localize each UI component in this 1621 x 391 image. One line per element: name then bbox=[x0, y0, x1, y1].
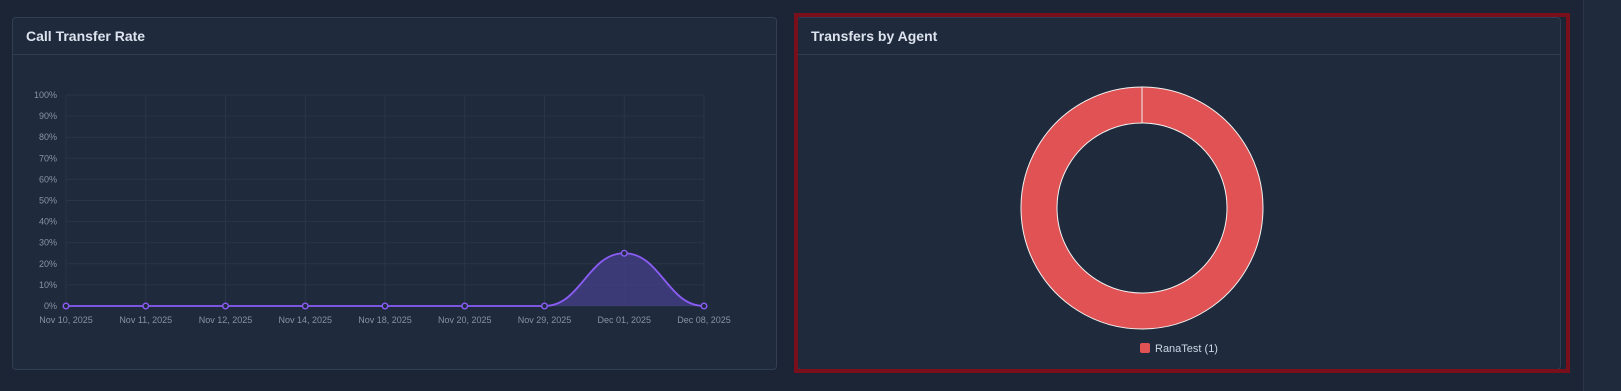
y-tick-label: 100% bbox=[34, 90, 57, 100]
y-tick-label: 0% bbox=[44, 301, 57, 311]
data-point bbox=[461, 302, 469, 310]
legend-swatch bbox=[1140, 343, 1150, 353]
x-tick-label: Nov 10, 2025 bbox=[39, 315, 93, 325]
y-tick-label: 30% bbox=[39, 238, 57, 248]
x-tick-label: Nov 18, 2025 bbox=[358, 315, 412, 325]
transfers-by-agent-card: Transfers by Agent RanaTest (1) bbox=[797, 17, 1561, 370]
legend-label: RanaTest (1) bbox=[1155, 343, 1218, 355]
y-tick-label: 70% bbox=[39, 153, 57, 163]
donut-slice bbox=[1020, 86, 1264, 330]
y-tick-label: 90% bbox=[39, 111, 57, 121]
data-point bbox=[142, 302, 150, 310]
data-point bbox=[620, 249, 628, 257]
x-tick-label: Nov 14, 2025 bbox=[278, 315, 332, 325]
chart-legend[interactable]: RanaTest (1) bbox=[798, 343, 1560, 355]
data-point bbox=[381, 302, 389, 310]
transfers-donut-chart bbox=[1020, 86, 1264, 330]
x-tick-label: Nov 29, 2025 bbox=[518, 315, 572, 325]
call-transfer-rate-card: Call Transfer Rate 100% 90% 80% 70% 60% 50% 40… bbox=[12, 17, 777, 370]
data-point bbox=[62, 302, 70, 310]
transfer-rate-chart: 100% 90% 80% 70% 60% 50% 40% 30% 20% 10% 0% Nov 10… bbox=[34, 90, 731, 325]
x-tick-label: Dec 01, 2025 bbox=[597, 315, 651, 325]
data-point bbox=[700, 302, 708, 310]
y-tick-label: 80% bbox=[39, 132, 57, 142]
data-point bbox=[541, 302, 549, 310]
y-tick-label: 60% bbox=[39, 174, 57, 184]
y-tick-label: 40% bbox=[39, 217, 57, 227]
data-point bbox=[301, 302, 309, 310]
x-tick-label: Dec 08, 2025 bbox=[677, 315, 731, 325]
y-tick-label: 20% bbox=[39, 259, 57, 269]
data-point bbox=[221, 302, 229, 310]
side-panel-edge bbox=[1583, 0, 1621, 391]
card-title: Call Transfer Rate bbox=[13, 18, 776, 55]
card-title: Transfers by Agent bbox=[798, 18, 1560, 55]
x-tick-label: Nov 11, 2025 bbox=[119, 315, 172, 325]
y-tick-label: 10% bbox=[39, 280, 57, 290]
y-tick-label: 50% bbox=[39, 196, 57, 206]
x-tick-label: Nov 20, 2025 bbox=[438, 315, 492, 325]
x-tick-label: Nov 12, 2025 bbox=[199, 315, 253, 325]
